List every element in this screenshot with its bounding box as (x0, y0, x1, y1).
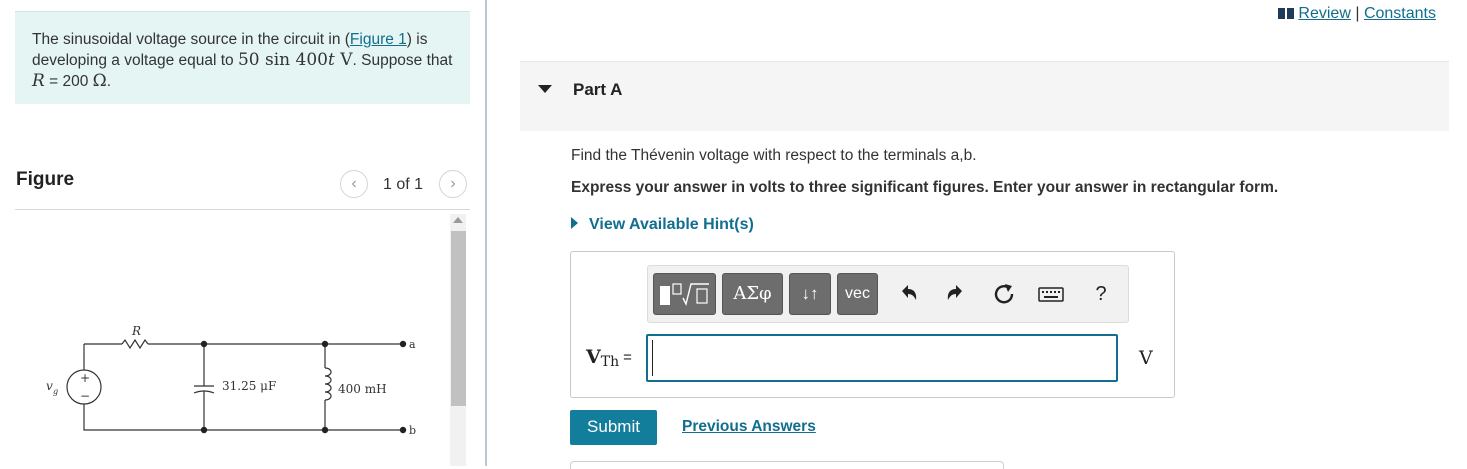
undo-icon[interactable] (896, 281, 922, 307)
templates-button[interactable] (653, 273, 716, 315)
subscript-superscript-button[interactable]: ↓↑ (789, 273, 831, 315)
capacitor-label: 31.25 μF (222, 379, 276, 393)
text-cursor (652, 340, 653, 376)
caret-right-icon (571, 217, 578, 229)
resistor-symbol (121, 338, 149, 350)
view-hints-label: View Available Hint(s) (589, 216, 754, 233)
next-panel-edge (570, 461, 1004, 469)
part-a-header[interactable] (520, 61, 1449, 131)
vector-button[interactable]: vec (837, 273, 878, 315)
book-icon (1278, 8, 1295, 19)
terminal-a-label: a (409, 338, 416, 351)
figure-link[interactable]: Figure 1 (350, 31, 407, 48)
scrollbar-thumb[interactable] (451, 231, 466, 406)
figure-counter: 1 of 1 (383, 176, 424, 193)
figure-prev-button[interactable]: ‹ (340, 170, 368, 198)
panel-divider (485, 0, 487, 466)
figure-next-button[interactable]: › (439, 170, 467, 198)
instructions-text: Express your answer in volts to three si… (571, 179, 1279, 196)
templates-icon (659, 283, 709, 307)
source-label: v (46, 379, 53, 393)
redo-icon[interactable] (942, 281, 968, 307)
resistance-symbol: R (32, 71, 45, 91)
submit-button[interactable]: Submit (570, 410, 657, 445)
answer-input[interactable] (646, 334, 1118, 382)
reset-icon[interactable] (991, 281, 1017, 307)
variable-symbol: V (586, 346, 601, 368)
part-a-title[interactable]: Part A (573, 80, 622, 100)
caret-down-icon[interactable] (538, 85, 552, 93)
header-separator: | (1355, 5, 1360, 22)
variable-subscript: Th (600, 354, 620, 370)
ohm-symbol: Ω (92, 71, 107, 91)
answer-variable-label: VTh = (586, 346, 632, 370)
resistor-label: R (131, 324, 141, 338)
source-plus-sign: + (80, 371, 90, 385)
review-link[interactable]: Review (1298, 5, 1350, 22)
circuit-diagram: R + − v g 31.25 μF 400 mH a b (46, 324, 416, 437)
greek-symbols-button[interactable]: ΑΣφ (722, 273, 783, 315)
inductor-symbol (324, 367, 332, 401)
chevron-left-icon: ‹ (351, 175, 357, 192)
header-links: Review | Constants (1278, 5, 1436, 23)
answer-unit: V (1139, 347, 1153, 369)
help-button[interactable]: ? (1088, 281, 1114, 307)
left-panel: The sinusoidal voltage source in the cir… (0, 0, 484, 466)
problem-text: . Suppose that (352, 52, 453, 69)
chevron-right-icon: › (450, 175, 456, 192)
scroll-up-arrow-icon[interactable] (453, 217, 463, 223)
problem-text: The sinusoidal voltage source in the cir… (32, 31, 350, 48)
equals-sign: = (623, 349, 632, 366)
terminal-b-label: b (409, 424, 416, 437)
inductor-label: 400 mH (338, 382, 387, 396)
problem-statement: The sinusoidal voltage source in the cir… (15, 11, 470, 104)
source-label-subscript: g (53, 387, 58, 396)
figure-title: Figure (16, 169, 75, 190)
figure-divider (15, 209, 470, 210)
constants-link[interactable]: Constants (1364, 5, 1436, 22)
view-hints-link[interactable]: View Available Hint(s) (571, 216, 754, 234)
problem-text: . (106, 73, 112, 90)
voltage-time-variable: t (327, 50, 335, 70)
source-minus-sign: − (80, 389, 90, 403)
keyboard-icon[interactable] (1038, 281, 1064, 307)
previous-answers-link[interactable]: Previous Answers (682, 418, 816, 436)
resistance-value: = 200 (44, 73, 93, 90)
question-text: Find the Thévenin voltage with respect t… (571, 147, 977, 164)
voltage-unit: V (334, 50, 353, 70)
voltage-expression: 50 sin 400 (237, 50, 328, 70)
